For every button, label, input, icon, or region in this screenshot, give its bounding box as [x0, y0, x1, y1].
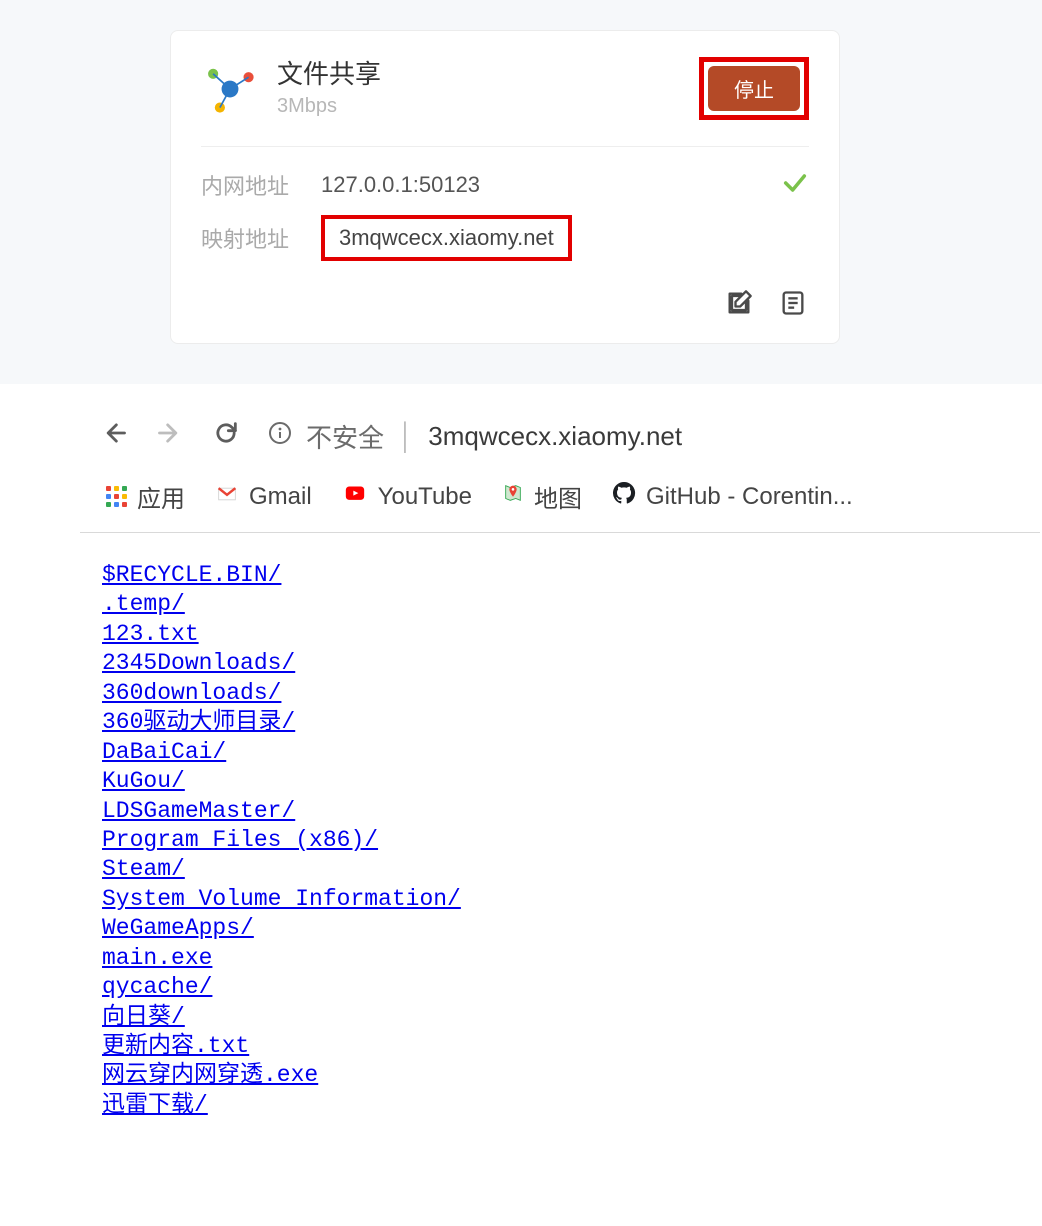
file-link[interactable]: 迅雷下载/ — [102, 1091, 208, 1120]
reload-button[interactable] — [212, 419, 240, 454]
address-bar: 不安全 │ 3mqwcecx.xiaomy.net — [100, 418, 1042, 455]
bookmark-github-label: GitHub - Corentin... — [646, 483, 853, 511]
file-link[interactable]: KuGou/ — [102, 767, 185, 796]
info-icon — [268, 421, 292, 452]
address-separator: │ — [398, 421, 414, 452]
youtube-icon — [342, 483, 368, 511]
file-listing: $RECYCLE.BIN/.temp/123.txt2345Downloads/… — [100, 533, 1042, 1120]
bookmark-apps-label: 应用 — [137, 479, 185, 514]
bookmark-maps-label: 地图 — [534, 479, 582, 514]
tunnel-card-area: 文件共享 3Mbps 停止 内网地址 127.0.0.1:50123 映射地址 … — [0, 0, 1042, 384]
file-link[interactable]: 网云穿内网穿透.exe — [102, 1061, 318, 1090]
file-link[interactable]: .temp/ — [102, 590, 185, 619]
bookmark-gmail-label: Gmail — [249, 483, 312, 511]
apps-icon — [106, 486, 127, 507]
file-link[interactable]: 123.txt — [102, 620, 199, 649]
file-link[interactable]: System Volume Information/ — [102, 885, 461, 914]
bookmark-gmail[interactable]: Gmail — [215, 483, 312, 511]
file-link[interactable]: $RECYCLE.BIN/ — [102, 561, 281, 590]
gmail-icon — [215, 483, 239, 511]
card-subtitle: 3Mbps — [277, 95, 699, 118]
mapped-address-value: 3mqwcecx.xiaomy.net — [321, 215, 572, 261]
file-link[interactable]: 向日葵/ — [102, 1003, 185, 1032]
internal-address-label: 内网地址 — [201, 169, 321, 201]
file-link[interactable]: 2345Downloads/ — [102, 649, 295, 678]
file-link[interactable]: LDSGameMaster/ — [102, 797, 295, 826]
card-actions — [171, 285, 839, 343]
card-titles: 文件共享 3Mbps — [277, 59, 699, 117]
insecure-label: 不安全 — [306, 418, 384, 455]
file-link[interactable]: Program Files (x86)/ — [102, 826, 378, 855]
bookmark-apps[interactable]: 应用 — [106, 479, 185, 514]
stop-button-highlight: 停止 — [699, 57, 809, 120]
address-text[interactable]: 不安全 │ 3mqwcecx.xiaomy.net — [268, 418, 682, 455]
forward-button[interactable] — [156, 419, 184, 454]
bookmark-github[interactable]: GitHub - Corentin... — [612, 481, 853, 512]
mapped-address-label: 映射地址 — [201, 222, 321, 254]
file-link[interactable]: main.exe — [102, 944, 212, 973]
bookmark-youtube[interactable]: YouTube — [342, 483, 472, 511]
internal-address-row: 内网地址 127.0.0.1:50123 — [201, 169, 809, 201]
file-link[interactable]: DaBaiCai/ — [102, 738, 226, 767]
edit-icon[interactable] — [725, 289, 755, 319]
browser-area: 不安全 │ 3mqwcecx.xiaomy.net 应用 Gmail YouTu… — [0, 384, 1042, 1120]
mapped-address-row: 映射地址 3mqwcecx.xiaomy.net — [201, 215, 809, 261]
file-link[interactable]: 更新内容.txt — [102, 1032, 249, 1061]
bookmark-maps[interactable]: 地图 — [502, 479, 582, 514]
address-host: 3mqwcecx.xiaomy.net — [428, 421, 682, 452]
share-icon — [201, 60, 259, 118]
file-link[interactable]: 360驱动大师目录/ — [102, 708, 295, 737]
file-link[interactable]: Steam/ — [102, 855, 185, 884]
stop-button[interactable]: 停止 — [708, 66, 800, 111]
file-link[interactable]: 360downloads/ — [102, 679, 281, 708]
card-body: 内网地址 127.0.0.1:50123 映射地址 3mqwcecx.xiaom… — [171, 147, 839, 285]
github-icon — [612, 481, 636, 512]
maps-icon — [502, 482, 524, 511]
file-link[interactable]: qycache/ — [102, 973, 212, 1002]
back-button[interactable] — [100, 419, 128, 454]
card-header: 文件共享 3Mbps 停止 — [171, 31, 839, 146]
internal-address-value: 127.0.0.1:50123 — [321, 172, 480, 198]
bookmarks-bar: 应用 Gmail YouTube 地图 GitHub - Corentin... — [100, 455, 1042, 532]
log-icon[interactable] — [779, 289, 809, 319]
tunnel-card: 文件共享 3Mbps 停止 内网地址 127.0.0.1:50123 映射地址 … — [170, 30, 840, 344]
card-title: 文件共享 — [277, 59, 699, 90]
status-check-icon — [781, 169, 809, 204]
bookmark-youtube-label: YouTube — [378, 483, 472, 511]
file-link[interactable]: WeGameApps/ — [102, 914, 254, 943]
